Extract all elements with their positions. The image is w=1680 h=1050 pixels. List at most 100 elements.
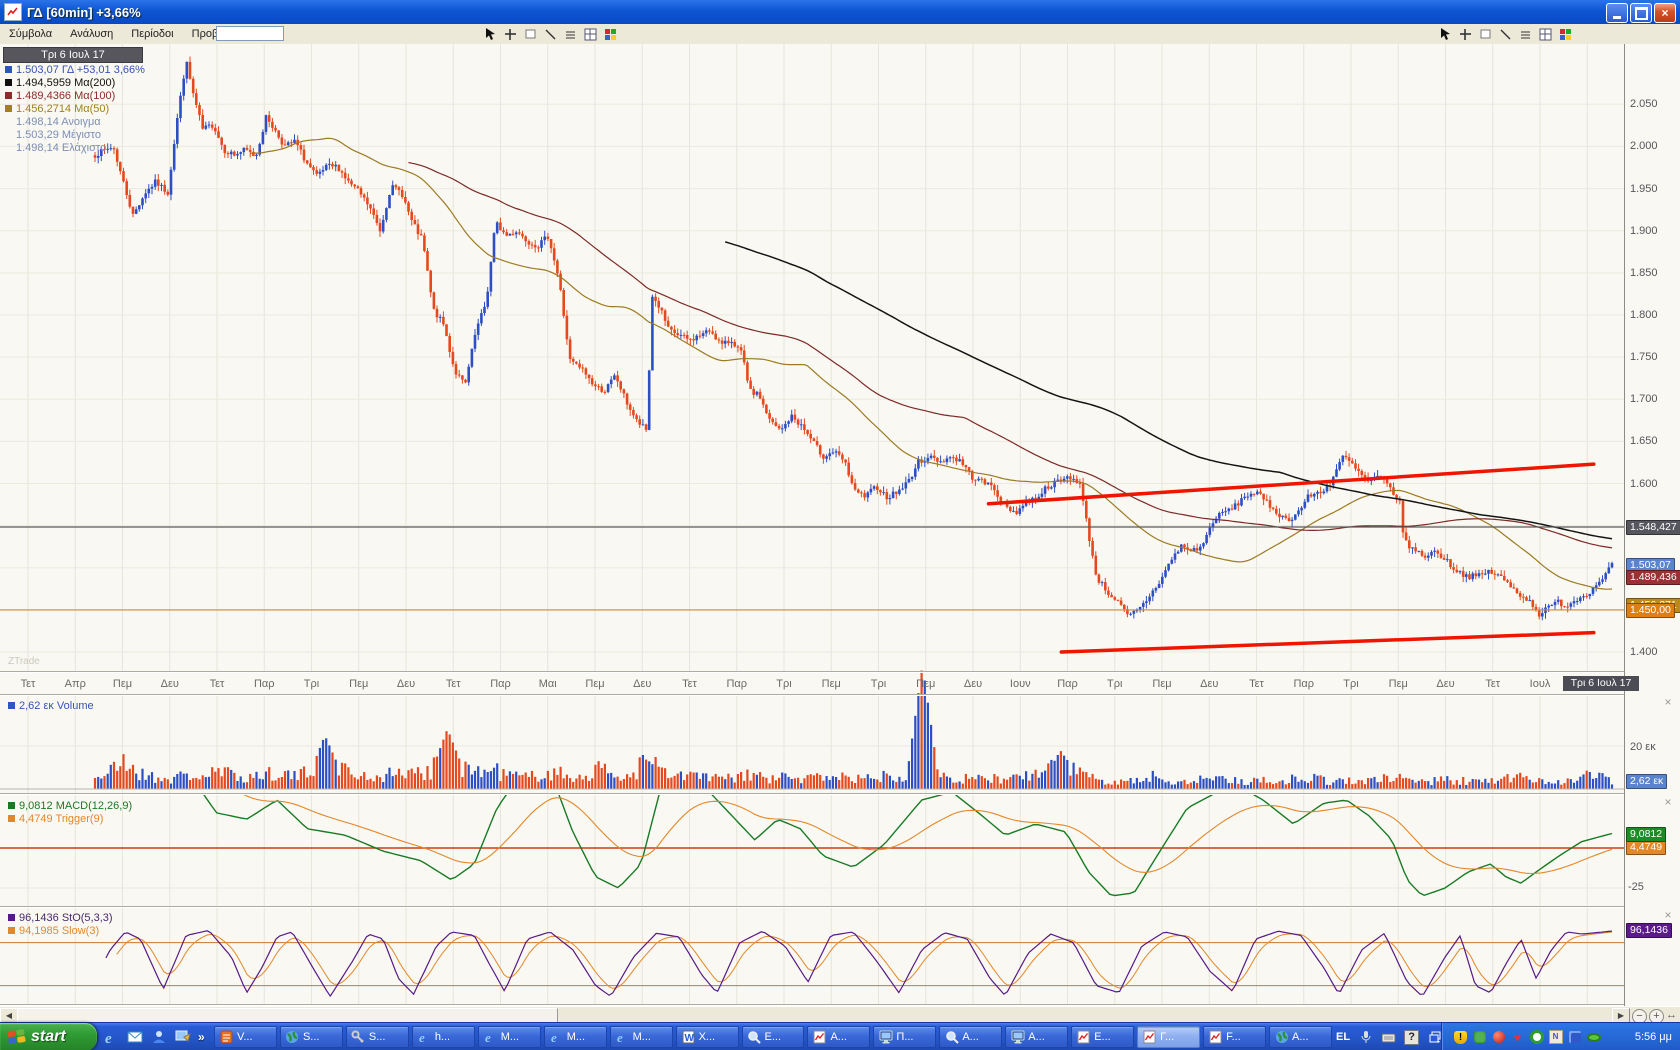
menu-item-Σύμβολα[interactable]: Σύμβολα	[0, 26, 61, 42]
ie-icon: e	[483, 1030, 498, 1045]
clock[interactable]: 5:56 μμ	[1635, 1031, 1672, 1043]
price-tag: 1.450,00	[1626, 603, 1675, 618]
maximize-button[interactable]	[1630, 3, 1652, 23]
close-pane-icon[interactable]: ×	[1662, 697, 1674, 709]
security-alert-icon[interactable]: !	[1453, 1030, 1468, 1045]
show-desktop-icon[interactable]	[174, 1028, 192, 1046]
taskbar-button[interactable]: eh...	[412, 1026, 475, 1048]
language-indicator[interactable]: EL	[1336, 1031, 1350, 1043]
taskbar-button-label: A...	[830, 1031, 847, 1043]
layers-tool-icon[interactable]	[1517, 26, 1533, 42]
taskbar: start e» V...S...S...eh...eM...eM...eM..…	[0, 1022, 1680, 1050]
price-tick-label: 2.050	[1630, 98, 1658, 110]
legend-text: 96,1436 StO(5,3,3)	[19, 912, 113, 924]
help-icon[interactable]: ?	[1404, 1030, 1419, 1045]
legend-swatch	[8, 702, 15, 709]
toolbar-options-icon[interactable]	[1427, 1030, 1442, 1045]
taskbar-button[interactable]: A...	[1269, 1026, 1332, 1048]
trendline-tool-icon[interactable]	[542, 26, 558, 42]
spybot-ring-icon[interactable]	[1529, 1030, 1544, 1045]
network-flag-icon[interactable]	[1567, 1030, 1582, 1045]
keyboard-icon[interactable]	[1381, 1030, 1396, 1045]
taskbar-button[interactable]: WX...	[676, 1026, 739, 1048]
chevron-icon[interactable]: »	[198, 1030, 205, 1044]
panels-tool-icon[interactable]	[1537, 26, 1553, 42]
taskbar-button[interactable]: F...	[1203, 1026, 1266, 1048]
legend-text: 4,4749 Trigger(9)	[19, 813, 103, 825]
taskbar-button-label: M...	[633, 1031, 651, 1043]
taskbar-button[interactable]: A...	[1005, 1026, 1068, 1048]
taskbar-button[interactable]: eM...	[610, 1026, 673, 1048]
internet-explorer-icon[interactable]: e	[102, 1028, 120, 1046]
fit-width-button[interactable]: ↔	[1666, 1009, 1677, 1021]
chart-legend: Τρι 6 Ιουλ 17 1.503,07 ΓΔ +53,01 3,66%1.…	[3, 47, 145, 154]
layers-tool-icon[interactable]	[562, 26, 578, 42]
system-tray: 5:56 μμ ! ♥ N	[1442, 1023, 1680, 1050]
crosshair-tool-icon[interactable]	[502, 26, 518, 42]
taskbar-button[interactable]: E...	[742, 1026, 805, 1048]
volume-legend: 2,62 εκ Volume	[6, 699, 94, 712]
minimize-button[interactable]	[1606, 3, 1628, 23]
pointer-tool-icon[interactable]	[1437, 26, 1453, 42]
palette-tool-icon[interactable]	[602, 26, 618, 42]
symbol-input[interactable]	[216, 26, 284, 41]
legend-text: 1.498,14 Ανοιγμα	[16, 116, 101, 128]
start-button[interactable]: start	[0, 1023, 97, 1050]
close-button[interactable]: ×	[1654, 3, 1676, 23]
taskbar-button[interactable]: V...	[214, 1026, 277, 1048]
menu-item-Ανάλυση[interactable]: Ανάλυση	[61, 26, 122, 42]
panels-tool-icon[interactable]	[582, 26, 598, 42]
legend-row: 1.498,14 Ελάχιστο	[3, 141, 145, 154]
taskbar-button[interactable]: eM...	[478, 1026, 541, 1048]
stochastic-tag: 96,1436	[1626, 923, 1672, 938]
microphone-icon[interactable]	[1358, 1030, 1373, 1045]
taskbar-button[interactable]: eM...	[544, 1026, 607, 1048]
price-tick-label: 1.800	[1630, 309, 1658, 321]
magnifier-icon	[747, 1030, 762, 1045]
taskbar-button[interactable]: A...	[939, 1026, 1002, 1048]
taskbar-button-label: A...	[962, 1031, 979, 1043]
nod32-box-icon[interactable]: N	[1548, 1030, 1563, 1045]
update-ball-icon[interactable]	[1491, 1030, 1506, 1045]
messenger-icon[interactable]	[150, 1028, 168, 1046]
legend-text: 2,62 εκ Volume	[19, 700, 94, 712]
close-pane-icon[interactable]: ×	[1662, 797, 1674, 809]
monitor-icon	[878, 1030, 893, 1045]
zoom-box-tool-icon[interactable]	[1477, 26, 1493, 42]
legend-row: 1.503,07 ΓΔ +53,01 3,66%	[3, 63, 145, 76]
stochastic-pane[interactable]	[0, 908, 1624, 1005]
pointer-tool-icon[interactable]	[482, 26, 498, 42]
outlook-express-icon[interactable]	[126, 1028, 144, 1046]
date-axis-label: Απρ	[65, 678, 86, 690]
date-axis-label: Δευ	[964, 678, 982, 690]
taskbar-button-label: V...	[237, 1031, 253, 1043]
close-pane-icon[interactable]: ×	[1662, 910, 1674, 922]
price-pane[interactable]	[0, 44, 1624, 672]
messenger-offline-icon[interactable]	[1472, 1030, 1487, 1045]
macd-tag: 9,0812	[1626, 827, 1666, 842]
taskbar-button[interactable]: S...	[346, 1026, 409, 1048]
start-label: start	[31, 1028, 66, 1046]
trendline-tool-icon[interactable]	[1497, 26, 1513, 42]
chart-icon	[1208, 1030, 1223, 1045]
crosshair-tool-icon[interactable]	[1457, 26, 1473, 42]
taskbar-button[interactable]: Π...	[873, 1026, 936, 1048]
zoom-box-tool-icon[interactable]	[522, 26, 538, 42]
taskbar-button[interactable]: A...	[807, 1026, 870, 1048]
heart-icon[interactable]: ♥	[1510, 1030, 1525, 1045]
taskbar-button-label: M...	[567, 1031, 585, 1043]
palette-tool-icon[interactable]	[1557, 26, 1573, 42]
watermark: ZTrade	[8, 656, 40, 667]
menu-item-Περίοδοι[interactable]: Περίοδοι	[122, 26, 182, 42]
price-axis-line	[1624, 44, 1625, 1006]
trigger-legend: 4,4749 Trigger(9)	[6, 812, 103, 825]
macd-pane[interactable]	[0, 795, 1624, 906]
taskbar-button[interactable]: E...	[1071, 1026, 1134, 1048]
legend-text: 1.503,29 Μέγιστο	[16, 129, 101, 141]
taskbar-button[interactable]: S...	[280, 1026, 343, 1048]
legend-text: 94,1985 Slow(3)	[19, 925, 99, 937]
antivirus-eye-icon[interactable]	[1586, 1030, 1601, 1045]
volume-pane[interactable]	[0, 696, 1624, 793]
taskbar-button[interactable]: Γ...	[1137, 1026, 1200, 1048]
price-tick-label: 1.750	[1630, 351, 1658, 363]
